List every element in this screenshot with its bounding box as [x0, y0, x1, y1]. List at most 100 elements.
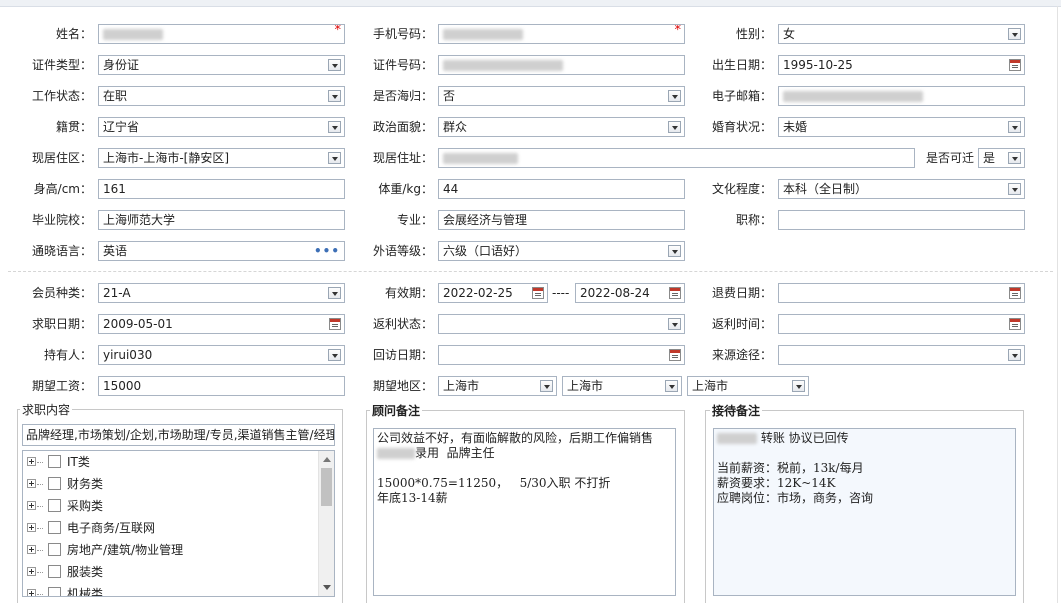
work-status-value: 在职 — [103, 89, 128, 103]
marital-value: 未婚 — [783, 120, 808, 134]
marital-label: 婚育状况： — [711, 120, 772, 134]
chevron-down-icon[interactable] — [1008, 152, 1021, 164]
gender-select[interactable]: 女 — [778, 24, 1025, 44]
refund-date-field[interactable] — [778, 283, 1025, 303]
consultant-note-textarea[interactable]: 公司效益不好，有面临解散的风险，后期工作偏销售 录用 品牌主任 15000*0.75… — [373, 428, 676, 596]
id-no-field[interactable] — [438, 55, 685, 75]
scroll-down-icon[interactable] — [323, 585, 331, 590]
chevron-down-icon[interactable] — [1008, 28, 1021, 40]
region-district-value: 上海市 — [692, 379, 729, 393]
checkbox[interactable] — [48, 499, 61, 512]
expand-icon[interactable] — [27, 567, 36, 576]
tree-connector — [37, 484, 43, 485]
current-area-label: 现居住区： — [31, 151, 92, 165]
reception-note-title: 接待备注 — [710, 404, 763, 418]
rebate-time-field[interactable] — [778, 314, 1025, 334]
weight-label: 体重/kg： — [378, 182, 433, 196]
email-field[interactable] — [778, 86, 1025, 106]
region-city-select[interactable]: 上海市 — [562, 376, 682, 396]
political-value: 群众 — [443, 120, 468, 134]
foreign-level-select[interactable]: 六级（口语好） — [438, 241, 685, 261]
chevron-down-icon[interactable] — [668, 245, 681, 257]
birth-date-field[interactable]: 1995-10-25 — [778, 55, 1025, 75]
holder-select[interactable]: yirui030 — [98, 345, 345, 365]
birth-label: 出生日期： — [711, 58, 772, 72]
native-select[interactable]: 辽宁省 — [98, 117, 345, 137]
tree-connector — [37, 572, 43, 573]
region-province-select[interactable]: 上海市 — [438, 376, 557, 396]
chevron-down-icon[interactable] — [540, 380, 553, 392]
current-area-select[interactable]: 上海市-上海市-[静安区] — [98, 148, 345, 168]
checkbox[interactable] — [48, 477, 61, 490]
expand-icon[interactable] — [27, 457, 36, 466]
scroll-up-icon[interactable] — [323, 457, 331, 462]
expand-icon[interactable] — [27, 545, 36, 554]
political-select[interactable]: 群众 — [438, 117, 685, 137]
region-district-select[interactable]: 上海市 — [687, 376, 809, 396]
id-type-label: 证件类型： — [31, 58, 92, 72]
calendar-icon[interactable] — [1009, 318, 1021, 330]
relocate-value: 是 — [983, 151, 996, 165]
job-date-field[interactable]: 2009-05-01 — [98, 314, 345, 334]
education-select[interactable]: 本科（全日制） — [778, 179, 1025, 199]
chevron-down-icon[interactable] — [665, 380, 678, 392]
major-field[interactable]: 会展经济与管理 — [438, 210, 685, 230]
relocate-select[interactable]: 是 — [978, 148, 1025, 168]
chevron-down-icon[interactable] — [1008, 121, 1021, 133]
calendar-icon[interactable] — [1009, 287, 1021, 299]
calendar-icon[interactable] — [532, 287, 544, 299]
rebate-status-select[interactable] — [438, 314, 685, 334]
source-select[interactable] — [778, 345, 1025, 365]
checkbox[interactable] — [48, 587, 61, 596]
chevron-down-icon[interactable] — [1008, 183, 1021, 195]
work-status-select[interactable]: 在职 — [98, 86, 345, 106]
language-field[interactable]: 英语 ••• — [98, 241, 345, 261]
phone-field[interactable]: * — [438, 24, 685, 44]
id-type-select[interactable]: 身份证 — [98, 55, 345, 75]
note-line: 录用 品牌主任 — [377, 446, 672, 461]
valid-from-field[interactable]: 2022-02-25 — [438, 283, 548, 303]
tree-connector — [37, 528, 43, 529]
id-type-value: 身份证 — [103, 58, 140, 72]
tree-scrollbar[interactable] — [318, 451, 334, 596]
checkbox[interactable] — [48, 543, 61, 556]
valid-to-field[interactable]: 2022-08-24 — [575, 283, 685, 303]
expand-icon[interactable] — [27, 479, 36, 488]
marital-select[interactable]: 未婚 — [778, 117, 1025, 137]
chevron-down-icon[interactable] — [792, 380, 805, 392]
member-type-select[interactable]: 21-A — [98, 283, 345, 303]
chevron-down-icon[interactable] — [1008, 349, 1021, 361]
returnee-select[interactable]: 否 — [438, 86, 685, 106]
political-label: 政治面貌： — [372, 120, 433, 134]
right-border — [1057, 6, 1058, 603]
title-field[interactable] — [778, 210, 1025, 230]
calendar-icon[interactable] — [1009, 59, 1021, 71]
checkbox[interactable] — [48, 455, 61, 468]
language-value: 英语 — [103, 244, 128, 258]
expand-icon[interactable] — [27, 589, 36, 596]
address-field[interactable] — [438, 148, 915, 168]
valid-separator: ---- — [552, 286, 570, 300]
top-border — [0, 0, 1061, 7]
salary-field[interactable]: 15000 — [98, 376, 345, 396]
valid-from-value: 2022-02-25 — [443, 286, 513, 300]
region-province-value: 上海市 — [443, 379, 480, 393]
job-date-value: 2009-05-01 — [103, 317, 173, 331]
reception-note-textarea[interactable]: 转账 协议已回传 当前薪资：税前，13k/每月 薪资要求：12K~14K 应聘岗位：市… — [713, 428, 1016, 596]
checkbox[interactable] — [48, 565, 61, 578]
work-status-label: 工作状态： — [31, 89, 92, 103]
visit-date-field[interactable] — [438, 345, 685, 365]
checkbox[interactable] — [48, 521, 61, 534]
job-category-tree[interactable]: IT类 财务类 采购类 电子商务/互联网 房地产/建筑/物业管理 服装类 机械类 — [22, 450, 335, 597]
scroll-thumb[interactable] — [321, 468, 332, 506]
school-field[interactable]: 上海师范大学 — [98, 210, 345, 230]
weight-field[interactable]: 44 — [438, 179, 685, 199]
height-field[interactable]: 161 — [98, 179, 345, 199]
expand-icon[interactable] — [27, 523, 36, 532]
job-content-selected-field[interactable]: 品牌经理,市场策划/企划,市场助理/专员,渠道销售主管/经理 — [22, 424, 335, 446]
expand-icon[interactable] — [27, 501, 36, 510]
note-line: 应聘岗位：市场，商务，咨询 — [717, 491, 874, 505]
tree-connector — [37, 594, 43, 595]
job-content-selected-value: 品牌经理,市场策划/企划,市场助理/专员,渠道销售主管/经理 — [26, 428, 335, 442]
name-field[interactable]: * — [98, 24, 345, 44]
